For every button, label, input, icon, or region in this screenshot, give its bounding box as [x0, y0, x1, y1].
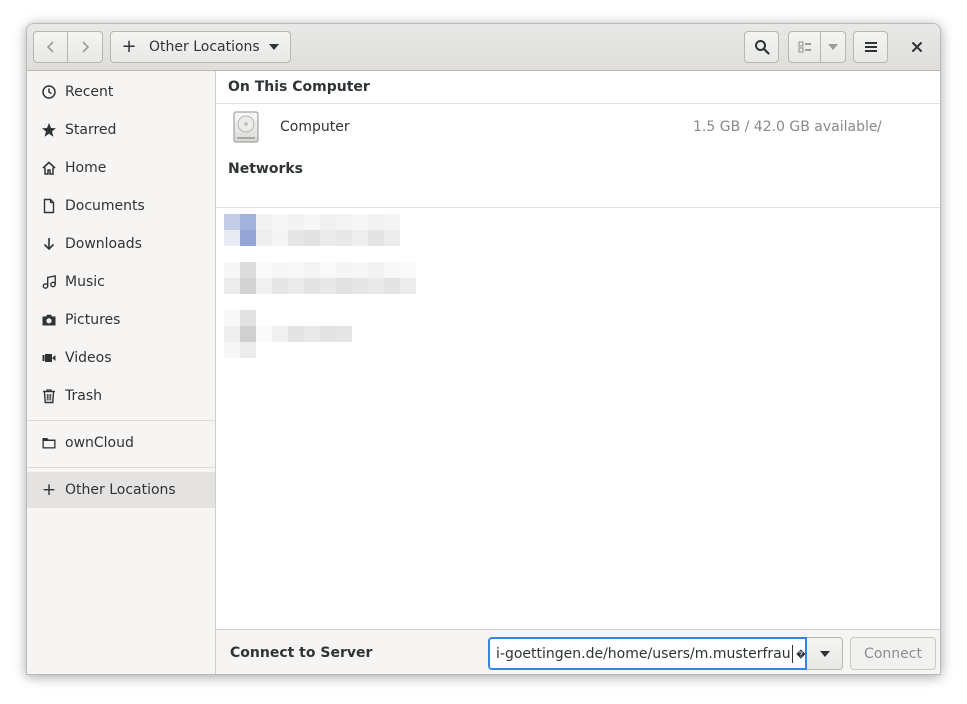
download-icon	[41, 236, 57, 252]
chevron-left-icon	[46, 41, 54, 53]
server-address-value: i-goettingen.de/home/users/m.musterfrau	[496, 645, 791, 662]
sidebar-item-label: Documents	[65, 198, 145, 214]
sidebar-item-label: Videos	[65, 350, 112, 366]
camera-icon	[41, 312, 57, 328]
sidebar-item-label: Music	[65, 274, 105, 290]
other-locations-view: On This Computer Computer 1.5 GB / 42.0 …	[216, 71, 940, 629]
sidebar-item-music[interactable]: Music	[27, 264, 215, 300]
sidebar-item-label: Pictures	[65, 312, 121, 328]
sidebar-item-downloads[interactable]: Downloads	[27, 226, 215, 262]
search-icon	[754, 40, 770, 55]
sidebar-item-other-locations[interactable]: + Other Locations	[27, 472, 215, 508]
video-icon	[41, 350, 57, 366]
sidebar-item-pictures[interactable]: Pictures	[27, 302, 215, 338]
sidebar-item-starred[interactable]: Starred	[27, 112, 215, 148]
sidebar-item-documents[interactable]: Documents	[27, 188, 215, 224]
dropdown-arrow-icon	[819, 650, 830, 657]
sidebar-item-label: Starred	[65, 122, 117, 138]
view-options-dropdown[interactable]	[820, 31, 846, 63]
storage-available: 1.5 GB / 42.0 GB available	[693, 119, 878, 135]
sidebar-item-recent[interactable]: Recent	[27, 74, 215, 110]
sidebar-item-owncloud[interactable]: ownCloud	[27, 425, 215, 461]
recent-servers-dropdown[interactable]	[807, 637, 843, 670]
mount-point: /	[877, 119, 882, 135]
search-button[interactable]	[744, 31, 779, 63]
section-divider	[216, 207, 940, 208]
folder-icon	[41, 435, 57, 451]
text-cursor	[791, 644, 793, 663]
navigation-buttons	[33, 31, 103, 63]
list-view-icon	[797, 41, 811, 53]
view-mode-buttons	[788, 31, 846, 63]
back-button[interactable]	[33, 31, 68, 63]
trash-icon	[41, 388, 57, 404]
close-icon	[912, 42, 922, 52]
sidebar-item-videos[interactable]: Videos	[27, 340, 215, 376]
menu-button[interactable]	[853, 31, 888, 63]
document-icon	[41, 198, 57, 214]
sidebar-item-label: Recent	[65, 84, 114, 100]
sidebar-separator	[27, 420, 215, 421]
sidebar-item-label: ownCloud	[65, 435, 134, 451]
sidebar-item-label: Trash	[65, 388, 102, 404]
sidebar-separator	[27, 467, 215, 468]
plus-icon: +	[41, 480, 57, 500]
forward-button[interactable]	[67, 31, 103, 63]
location-label: Other Locations	[149, 39, 260, 55]
dropdown-arrow-icon	[269, 44, 279, 50]
connect-to-server-bar: Connect to Server i-goettingen.de/home/u…	[216, 629, 940, 674]
location-path-button[interactable]: + Other Locations	[110, 31, 291, 63]
pixelated-network-entries	[224, 214, 416, 358]
list-view-button[interactable]	[788, 31, 821, 63]
hard-drive-icon	[233, 111, 259, 143]
music-icon	[41, 274, 57, 290]
location-name: Computer	[280, 119, 350, 135]
sidebar-item-label: Downloads	[65, 236, 142, 252]
file-chooser-window: + Other Locations Recent Starred Home Do…	[26, 23, 941, 675]
chevron-right-icon	[82, 41, 90, 53]
home-icon	[41, 160, 57, 176]
server-address-input[interactable]: i-goettingen.de/home/users/m.musterfrau	[488, 637, 807, 670]
sidebar-item-trash[interactable]: Trash	[27, 378, 215, 414]
section-title-networks: Networks	[228, 161, 304, 177]
star-icon	[41, 122, 57, 138]
plus-icon: +	[121, 36, 137, 57]
location-row-computer[interactable]: Computer 1.5 GB / 42.0 GB available /	[216, 104, 940, 152]
clock-icon	[41, 84, 57, 100]
section-title-on-this-computer: On This Computer	[228, 79, 370, 95]
sidebar-item-label: Other Locations	[65, 482, 176, 498]
dropdown-arrow-icon	[828, 44, 838, 50]
header-bar: + Other Locations	[27, 24, 940, 71]
question-diamond-icon	[796, 648, 806, 659]
connect-to-server-label: Connect to Server	[230, 645, 373, 661]
sidebar-item-label: Home	[65, 160, 107, 176]
hamburger-menu-icon	[864, 42, 877, 52]
close-button[interactable]	[901, 31, 933, 63]
sidebar-item-home[interactable]: Home	[27, 150, 215, 186]
places-sidebar: Recent Starred Home Documents Downloads	[27, 71, 216, 674]
connect-button[interactable]: Connect	[850, 637, 936, 670]
